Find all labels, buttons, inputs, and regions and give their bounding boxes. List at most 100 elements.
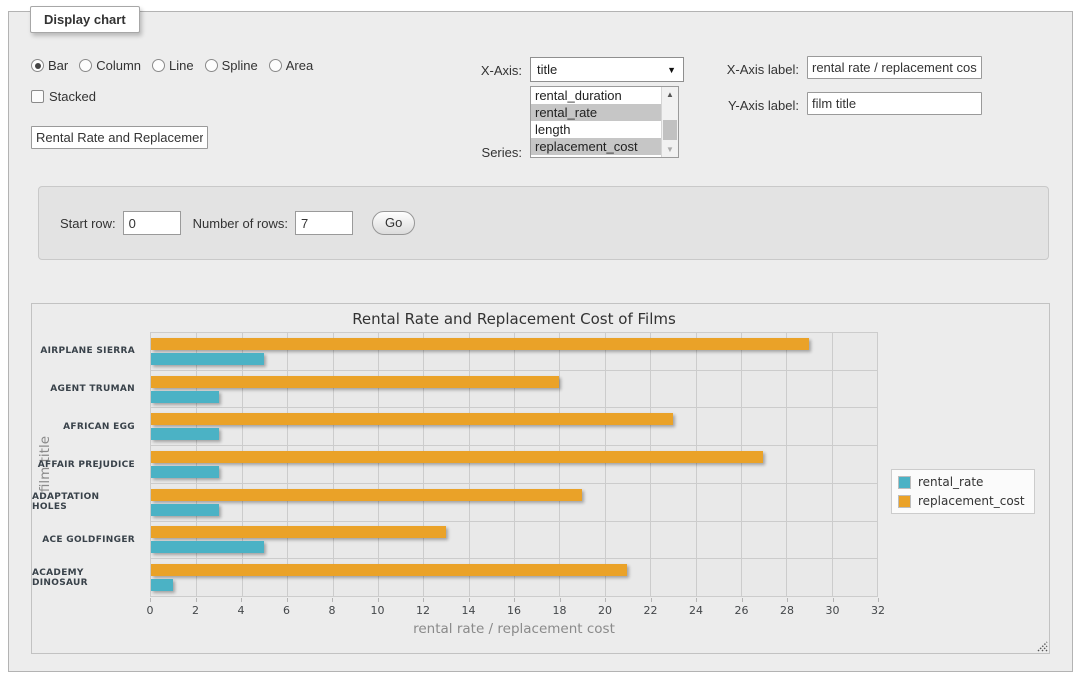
series-select-label: Series:: [389, 145, 522, 160]
radio-label: Spline: [222, 58, 258, 73]
go-button[interactable]: Go: [372, 211, 415, 235]
x-axis-selected-value: title: [537, 62, 557, 77]
radio-icon[interactable]: [269, 59, 282, 72]
bar-row: [151, 484, 877, 522]
fieldset-legend-title: Display chart: [30, 6, 140, 33]
bar-rental_rate: [151, 353, 264, 365]
bar-row: [151, 333, 877, 371]
x-tick-mark: [878, 598, 879, 602]
number-of-rows-label: Number of rows:: [193, 216, 288, 231]
series-option-rental_rate[interactable]: rental_rate: [531, 104, 661, 121]
category-label: AFRICAN EGG: [32, 408, 142, 446]
bar-replacement_cost: [151, 526, 446, 538]
radio-icon[interactable]: [79, 59, 92, 72]
legend-swatch-icon: [898, 476, 911, 489]
bar-row: [151, 559, 877, 596]
bar-row: [151, 446, 877, 484]
stacked-checkbox[interactable]: [31, 90, 44, 103]
x-tick-mark: [651, 598, 652, 602]
bar-replacement_cost: [151, 413, 673, 425]
chart-title: Rental Rate and Replacement Cost of Film…: [150, 310, 878, 328]
chart-legend: rental_rate replacement_cost: [891, 469, 1035, 514]
x-tick-mark: [423, 598, 424, 602]
bar-rental_rate: [151, 504, 219, 516]
chart-title-input[interactable]: [31, 126, 208, 149]
legend-label: replacement_cost: [918, 494, 1025, 508]
legend-swatch-icon: [898, 495, 911, 508]
bar-rental_rate: [151, 541, 264, 553]
x-axis-select[interactable]: title ▼: [530, 57, 684, 82]
legend-item-replacement_cost: replacement_cost: [898, 494, 1025, 508]
category-label: AIRPLANE SIERRA: [32, 332, 142, 370]
chart-type-radio-area[interactable]: Area: [269, 58, 313, 73]
series-option-length[interactable]: length: [531, 121, 661, 138]
resize-handle-icon[interactable]: [1035, 639, 1048, 652]
x-tick-label: 26: [735, 604, 749, 617]
bar-rental_rate: [151, 391, 219, 403]
x-tick-label: 32: [871, 604, 885, 617]
x-tick-mark: [605, 598, 606, 602]
stacked-checkbox-row[interactable]: Stacked: [31, 89, 96, 104]
y-axis-label-label: Y-Axis label:: [669, 98, 799, 113]
chart-type-radio-column[interactable]: Column: [79, 58, 141, 73]
x-tick-label: 20: [598, 604, 612, 617]
number-of-rows-input[interactable]: [295, 211, 353, 235]
scroll-down-icon[interactable]: ▼: [662, 142, 678, 157]
legend-item-rental_rate: rental_rate: [898, 475, 1025, 489]
x-tick-mark: [378, 598, 379, 602]
chart-type-radio-line[interactable]: Line: [152, 58, 194, 73]
x-tick-mark: [241, 598, 242, 602]
x-tick-label: 18: [553, 604, 567, 617]
x-tick-mark: [787, 598, 788, 602]
x-tick-mark: [560, 598, 561, 602]
x-tick-mark: [469, 598, 470, 602]
category-axis-labels: AIRPLANE SIERRAAGENT TRUMANAFRICAN EGGAF…: [32, 332, 142, 597]
series-multiselect[interactable]: rental_durationrental_ratelengthreplacem…: [530, 86, 679, 158]
x-axis-label-label: X-Axis label:: [669, 62, 799, 77]
x-tick-label: 14: [462, 604, 476, 617]
bar-replacement_cost: [151, 451, 763, 463]
x-tick-label: 28: [780, 604, 794, 617]
x-tick-label: 22: [644, 604, 658, 617]
x-tick-mark: [332, 598, 333, 602]
x-axis-select-label: X-Axis:: [389, 63, 522, 78]
x-tick-mark: [833, 598, 834, 602]
bar-row: [151, 371, 877, 409]
bar-replacement_cost: [151, 489, 582, 501]
start-row-label: Start row:: [60, 216, 116, 231]
legend-label: rental_rate: [918, 475, 983, 489]
radio-icon[interactable]: [31, 59, 44, 72]
x-tick-label: 0: [147, 604, 154, 617]
y-axis-label-input[interactable]: [807, 92, 982, 115]
category-label: ACADEMY DINOSAUR: [32, 559, 142, 597]
start-row-input[interactable]: [123, 211, 181, 235]
x-tick-mark: [742, 598, 743, 602]
scrollbar-thumb[interactable]: [663, 120, 677, 140]
bar-replacement_cost: [151, 376, 559, 388]
x-tick-label: 16: [507, 604, 521, 617]
bar-rental_rate: [151, 428, 219, 440]
chart-type-radio-spline[interactable]: Spline: [205, 58, 258, 73]
x-axis-label-input[interactable]: [807, 56, 982, 79]
radio-label: Area: [286, 58, 313, 73]
category-label: ACE GOLDFINGER: [32, 521, 142, 559]
x-tick-label: 8: [329, 604, 336, 617]
series-option-replacement_cost[interactable]: replacement_cost: [531, 138, 661, 155]
bar-replacement_cost: [151, 564, 627, 576]
chart-type-radio-group: Bar Column Line Spline Area: [31, 58, 313, 73]
x-tick-label: 2: [192, 604, 199, 617]
stacked-label: Stacked: [49, 89, 96, 104]
bar-rows: [151, 333, 877, 596]
series-option-rental_duration[interactable]: rental_duration: [531, 87, 661, 104]
plot-area: [150, 332, 878, 597]
chart-type-radio-bar[interactable]: Bar: [31, 58, 68, 73]
bar-row: [151, 522, 877, 560]
chart-x-axis-title: rental rate / replacement cost: [150, 621, 878, 637]
bar-rental_rate: [151, 579, 173, 591]
x-tick-mark: [196, 598, 197, 602]
category-label: AFFAIR PREJUDICE: [32, 446, 142, 484]
radio-icon[interactable]: [152, 59, 165, 72]
x-tick-mark: [150, 598, 151, 602]
bar-row: [151, 408, 877, 446]
radio-icon[interactable]: [205, 59, 218, 72]
